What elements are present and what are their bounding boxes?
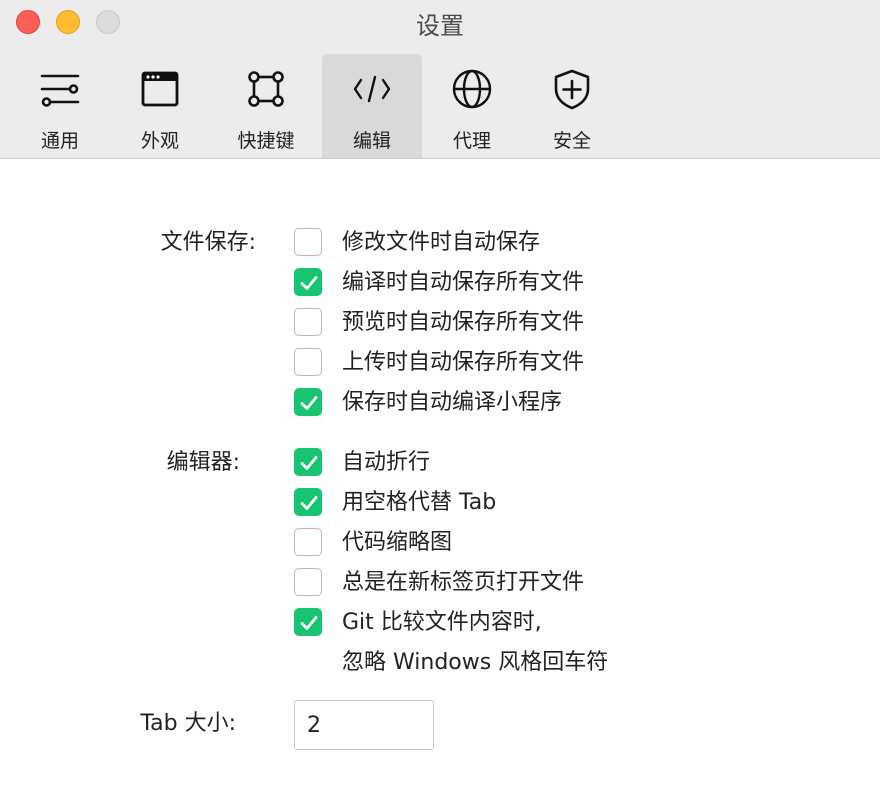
checkbox-compile-on-save[interactable] — [294, 388, 322, 416]
checkbox-label: 保存时自动编译小程序 — [342, 390, 563, 415]
checkbox-save-on-preview[interactable] — [294, 308, 322, 336]
tab-label: 代理 — [452, 130, 491, 152]
checkbox-label: 自动折行 — [342, 450, 431, 475]
checkbox-git-ignore-crlf[interactable] — [294, 608, 322, 636]
checkbox-label: 用空格代替 Tab — [342, 490, 497, 515]
checkmark-icon — [300, 496, 318, 510]
tab-size-input[interactable] — [294, 700, 434, 750]
tab-shortcuts[interactable]: 快捷键 — [216, 54, 316, 158]
globe-icon — [452, 69, 492, 109]
tab-security[interactable]: 安全 — [522, 54, 622, 158]
command-key-icon — [248, 71, 284, 107]
editor-label: 编辑器: — [166, 450, 240, 475]
shield-plus-icon — [554, 69, 590, 110]
titlebar: 设置 通用 外观 快捷键 编辑 代理 安全 — [0, 0, 880, 159]
tab-proxy[interactable]: 代理 — [422, 54, 522, 158]
checkmark-icon — [300, 396, 318, 410]
checkbox-label: 代码缩略图 — [342, 530, 453, 555]
tab-label: 外观 — [140, 130, 179, 152]
checkmark-icon — [300, 616, 318, 630]
checkbox-autosave-on-edit[interactable] — [294, 228, 322, 256]
tab-label: 通用 — [40, 130, 79, 152]
tab-label: 编辑 — [352, 130, 391, 152]
checkbox-word-wrap[interactable] — [294, 448, 322, 476]
tab-editor[interactable]: 编辑 — [322, 54, 422, 158]
checkbox-label: Git 比较文件内容时, — [342, 610, 542, 635]
checkbox-label: 上传时自动保存所有文件 — [342, 350, 585, 375]
checkbox-label: 预览时自动保存所有文件 — [342, 310, 585, 335]
window-title: 设置 — [416, 12, 464, 40]
window-icon — [141, 71, 179, 107]
checkbox-label: 修改文件时自动保存 — [342, 230, 541, 255]
checkbox-label-line2: 忽略 Windows 风格回车符 — [342, 650, 609, 675]
code-icon — [353, 75, 391, 103]
tab-label: 快捷键 — [237, 130, 295, 152]
tab-size-label: Tab 大小: — [140, 711, 236, 736]
checkbox-minimap[interactable] — [294, 528, 322, 556]
checkbox-label: 编译时自动保存所有文件 — [342, 270, 585, 295]
tab-label: 安全 — [552, 130, 591, 152]
tab-appearance[interactable]: 外观 — [110, 54, 210, 158]
checkbox-open-in-new-tab[interactable] — [294, 568, 322, 596]
checkbox-label: 总是在新标签页打开文件 — [342, 570, 585, 595]
checkbox-save-on-compile[interactable] — [294, 268, 322, 296]
checkbox-spaces-for-tab[interactable] — [294, 488, 322, 516]
settings-window: 设置 通用 外观 快捷键 编辑 代理 安全 文件保存: 修改文件时自动保存 编译… — [0, 0, 880, 804]
checkbox-save-on-upload[interactable] — [294, 348, 322, 376]
sliders-icon — [40, 74, 80, 107]
tab-general[interactable]: 通用 — [10, 54, 110, 158]
file-save-label: 文件保存: — [160, 230, 256, 255]
checkmark-icon — [300, 276, 318, 290]
checkmark-icon — [300, 456, 318, 470]
